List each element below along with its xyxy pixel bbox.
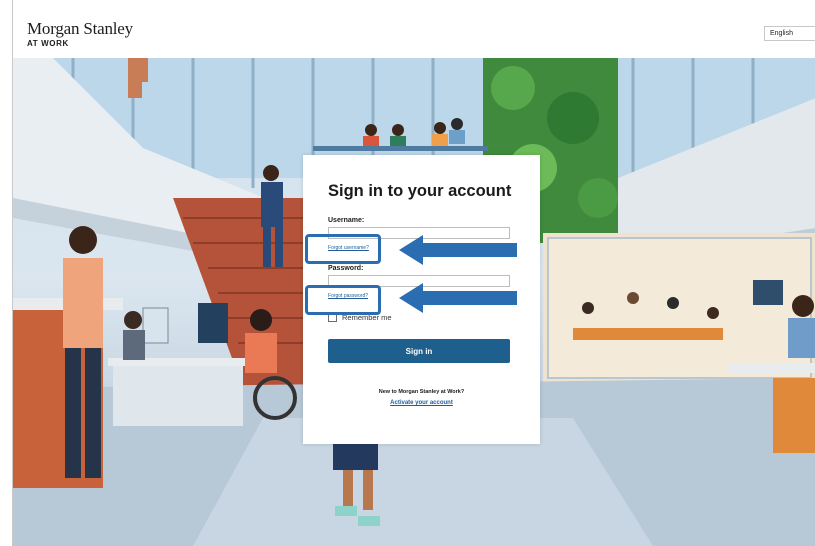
morgan-stanley-logo[interactable]: Morgan Stanley AT WORK [27,20,133,49]
activate-account-link[interactable]: Activate your account [303,400,540,406]
username-label: Username: [328,217,365,224]
new-user-text: New to Morgan Stanley at Work? [378,389,465,395]
brand-subtitle: AT WORK [27,39,69,48]
forgot-password-highlight [305,285,381,315]
arrow-left-icon [399,283,517,313]
top-bar: Morgan Stanley AT WORK English [13,0,815,58]
password-label: Password: [328,265,364,272]
signin-title: Sign in to your account [328,182,512,200]
brand-name: Morgan Stanley [27,19,133,38]
page-frame: Morgan Stanley AT WORK English Sign in t… [12,0,815,546]
arrow-left-icon [399,235,517,265]
signin-button[interactable]: Sign in [328,339,510,363]
forgot-username-highlight [305,234,381,264]
language-select[interactable]: English [764,26,815,41]
